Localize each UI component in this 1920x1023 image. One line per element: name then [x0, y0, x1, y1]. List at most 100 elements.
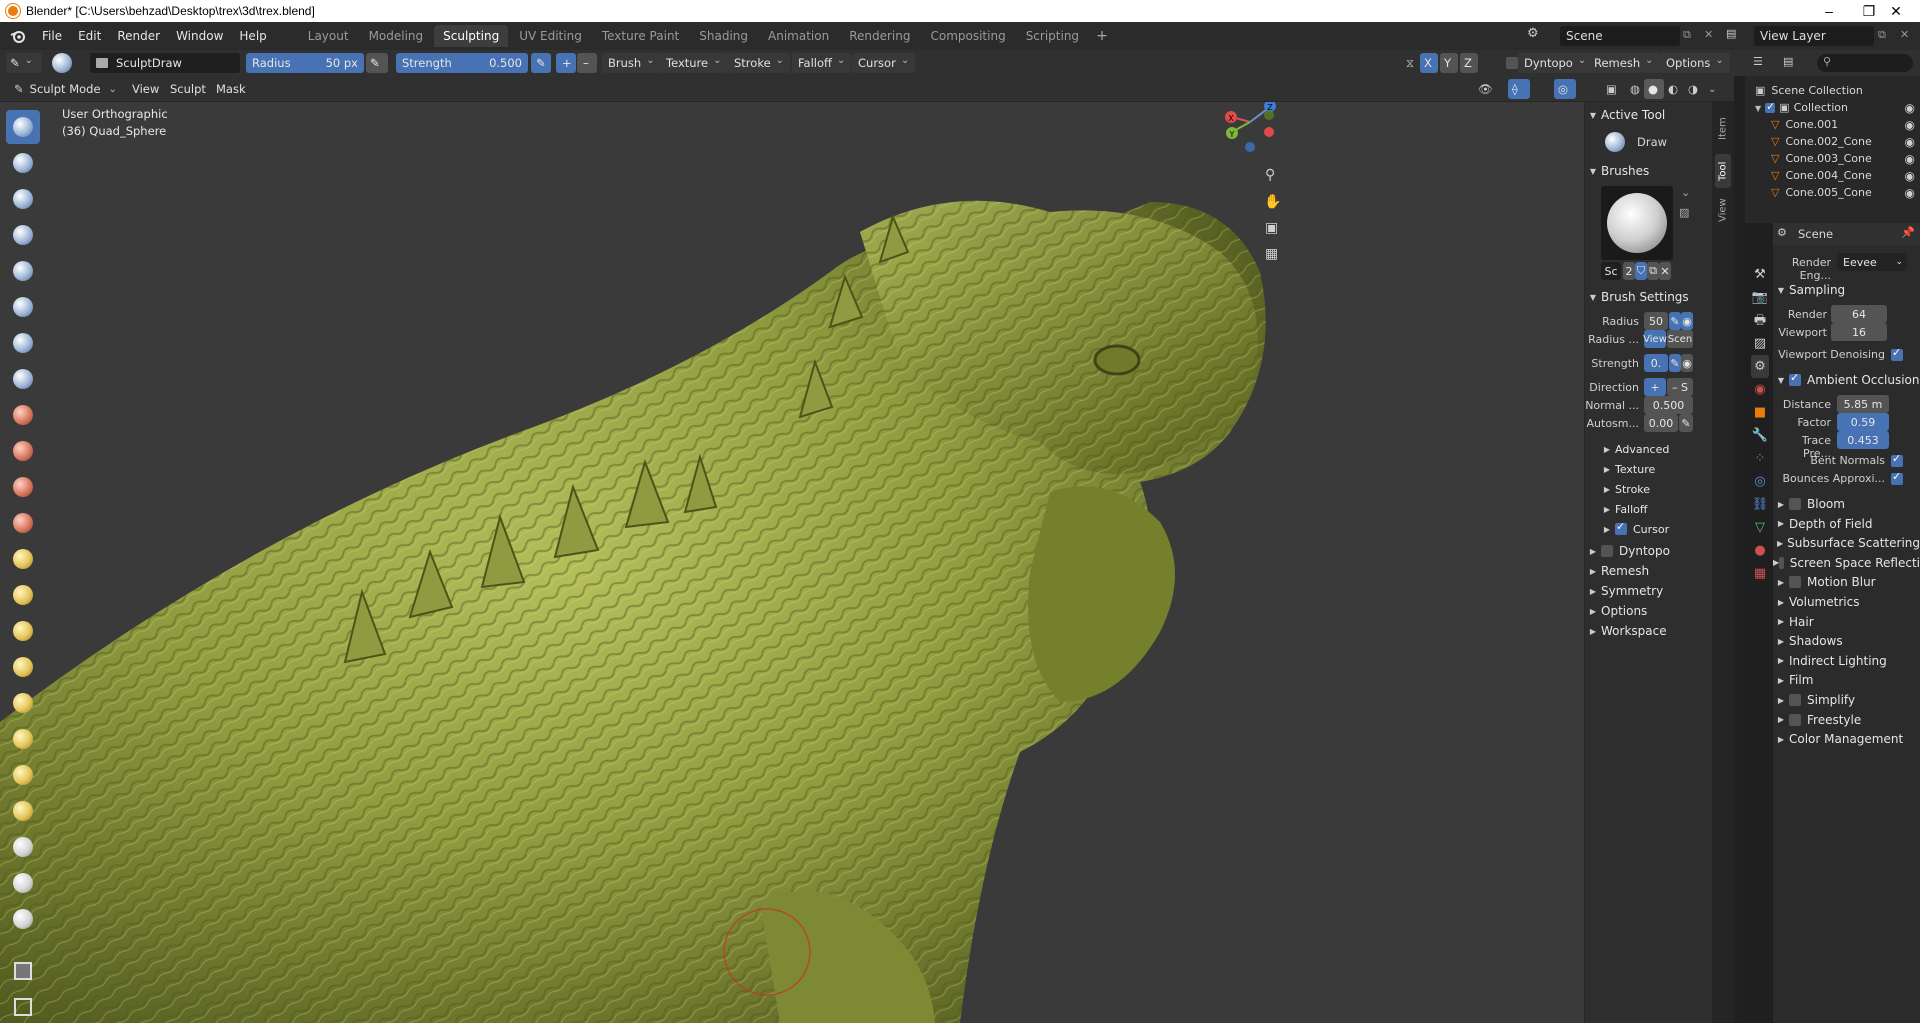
particles-tab-icon[interactable]: ⁘ [1751, 447, 1769, 470]
zoom-icon[interactable]: ⚲ [1265, 167, 1275, 183]
normal-weight-field[interactable]: 0.500 [1644, 396, 1693, 414]
subpanel-texture[interactable]: ▶ Texture [1585, 458, 1712, 480]
visibility-eye-icon[interactable]: ◉ [1904, 152, 1915, 165]
new-view-layer-icon[interactable]: ⧉ [1878, 28, 1886, 42]
stroke-menu[interactable]: Stroke [728, 53, 791, 73]
trex-sculpt-model[interactable] [0, 102, 1584, 1023]
tab-uv-editing[interactable]: UV Editing [510, 25, 591, 47]
subpanel-cursor[interactable]: ▶Cursor [1585, 518, 1712, 540]
panel-workspace[interactable]: ▶ Workspace [1585, 620, 1712, 642]
active-tool-header[interactable]: ▼ Active Tool [1585, 104, 1712, 126]
collection-checkbox[interactable] [1765, 100, 1775, 113]
ortho-grid-icon[interactable]: ▦ [1265, 246, 1278, 262]
section-checkbox[interactable] [1789, 576, 1801, 589]
autosmooth-pressure-icon[interactable]: ✎ [1679, 414, 1693, 432]
bounces-approx-checkbox[interactable] [1891, 470, 1903, 485]
tab-view[interactable]: View [1715, 192, 1731, 228]
new-scene-icon[interactable]: ⧉ [1683, 28, 1691, 42]
radius-slider[interactable]: Radius 50 px [246, 53, 364, 73]
scene-icon[interactable]: ⚙ [1527, 26, 1545, 44]
close-button[interactable]: ✕ [1872, 0, 1920, 22]
strength-pressure-icon[interactable]: ✎ [1669, 354, 1681, 372]
tab-tool[interactable]: Tool [1715, 154, 1731, 188]
scene-tab-icon[interactable]: ⚙ [1751, 355, 1769, 378]
tool-mask[interactable] [6, 866, 40, 900]
constraints-tab-icon[interactable]: ⛓ [1751, 493, 1769, 516]
outliner-item-cone-005[interactable]: ▽ Cone.005_Cone ◉ [1771, 186, 1915, 199]
draw-tool-icon[interactable] [1605, 132, 1625, 152]
texture-menu[interactable]: Texture [660, 53, 728, 73]
tool-nudge[interactable] [6, 758, 40, 792]
strength-pressure-icon[interactable]: ✎ [531, 53, 551, 73]
panel-dyntopo[interactable]: ▶ Dyntopo [1585, 540, 1712, 562]
fake-user-shield-icon[interactable]: ⛉ [1635, 262, 1647, 280]
section-checkbox[interactable] [1789, 498, 1801, 510]
tab-texture-paint[interactable]: Texture Paint [593, 25, 688, 47]
strength-slider[interactable]: Strength 0.500 [396, 53, 528, 73]
panel-options[interactable]: ▶ Options [1585, 600, 1712, 622]
ao-trace-precision-field[interactable]: 0.453 [1837, 431, 1889, 449]
brush-image-icon[interactable]: ▨ [1679, 206, 1689, 219]
subpanel-stroke[interactable]: ▶ Stroke [1585, 478, 1712, 500]
symmetry-x-button[interactable]: X [1420, 53, 1438, 73]
symmetry-z-button[interactable]: Z [1460, 53, 1478, 73]
tab-modeling[interactable]: Modeling [360, 25, 433, 47]
xray-icon[interactable]: ▣ [1600, 79, 1623, 99]
visibility-eye-icon[interactable]: ◉ [1904, 135, 1915, 148]
unlink-brush-icon[interactable]: ✕ [1659, 262, 1671, 280]
options-menu[interactable]: Options [1660, 53, 1730, 73]
pan-hand-icon[interactable]: ✋ [1264, 193, 1281, 210]
strength-field[interactable]: 0. [1644, 354, 1668, 372]
visibility-eye-icon[interactable]: ◉ [1905, 118, 1915, 132]
menu-file[interactable]: File [34, 29, 70, 43]
viewport-denoising-checkbox[interactable] [1891, 346, 1903, 361]
outliner-editor-icon[interactable]: ☰ [1753, 55, 1763, 68]
3d-viewport[interactable]: User Orthographic (36) Quad_Sphere Z X Y… [0, 102, 1584, 1023]
radius-unit-scene-button[interactable]: Scen [1667, 330, 1693, 348]
outliner-item-cone-002[interactable]: ▽ Cone.002_Cone ◉ [1771, 135, 1915, 148]
tool-box-hide[interactable] [6, 990, 40, 1023]
panel-symmetry[interactable]: ▶ Symmetry [1585, 580, 1712, 602]
render-engine-dropdown[interactable]: Eevee ⌄ [1837, 253, 1907, 271]
camera-view-icon[interactable]: ▣ [1265, 220, 1278, 236]
add-workspace-icon[interactable]: + [1088, 28, 1116, 44]
brush-thumbnail[interactable] [1601, 186, 1673, 260]
editor-type-dropdown[interactable]: ✎ [6, 53, 42, 73]
material-tab-icon[interactable]: ● [1751, 539, 1769, 562]
section-color-management[interactable]: ▶ Color Management [1773, 728, 1920, 750]
world-tab-icon[interactable]: ◉ [1751, 378, 1769, 401]
tool-tab-icon[interactable]: ⚒ [1751, 263, 1769, 286]
radius-pressure-icon[interactable]: ✎ [366, 53, 388, 73]
outliner-scene-collection[interactable]: ▣ Scene Collection [1755, 84, 1863, 97]
direction-subtract-button[interactable]: – [577, 53, 597, 73]
area-divider[interactable] [1734, 76, 1745, 1023]
tool-crease[interactable] [6, 362, 40, 396]
gizmo-neg-y-icon[interactable] [1264, 110, 1274, 120]
direction-add-button[interactable]: + [556, 53, 576, 73]
viewport-samples-field[interactable]: 16 [1831, 323, 1887, 341]
tab-compositing[interactable]: Compositing [921, 25, 1014, 47]
pin-icon[interactable]: 📌 [1901, 226, 1915, 239]
falloff-menu[interactable]: Falloff [792, 53, 852, 73]
brush-settings-header[interactable]: ▼ Brush Settings [1585, 286, 1712, 308]
visibility-icon[interactable]: 👁 [1472, 79, 1499, 99]
visibility-eye-icon[interactable]: ◉ [1905, 101, 1915, 115]
outliner-collection[interactable]: ▼▣Collection◉ [1755, 100, 1915, 115]
tool-simplify[interactable] [6, 830, 40, 864]
dyntopo-checkbox[interactable] [1601, 545, 1613, 557]
overlay-toggle-icon[interactable]: ◎ [1554, 79, 1576, 99]
ao-factor-field[interactable]: 0.59 [1837, 413, 1889, 431]
physics-tab-icon[interactable]: ◎ [1751, 470, 1769, 493]
tool-fill[interactable] [6, 470, 40, 504]
outliner-search-input[interactable]: ⚲ [1817, 54, 1913, 72]
brush-dropdown-icon[interactable]: ⌄ [1681, 186, 1690, 199]
tool-pinch[interactable] [6, 542, 40, 576]
direction-add-button[interactable]: + [1644, 378, 1666, 396]
panel-remesh[interactable]: ▶ Remesh [1585, 560, 1712, 582]
menu-render[interactable]: Render [109, 29, 168, 43]
autosmooth-field[interactable]: 0.00 [1644, 414, 1678, 432]
tool-blob[interactable] [6, 326, 40, 360]
tab-shading[interactable]: Shading [690, 25, 757, 47]
outliner-item-cone-004[interactable]: ▽ Cone.004_Cone ◉ [1771, 169, 1915, 182]
menu-help[interactable]: Help [231, 29, 274, 43]
